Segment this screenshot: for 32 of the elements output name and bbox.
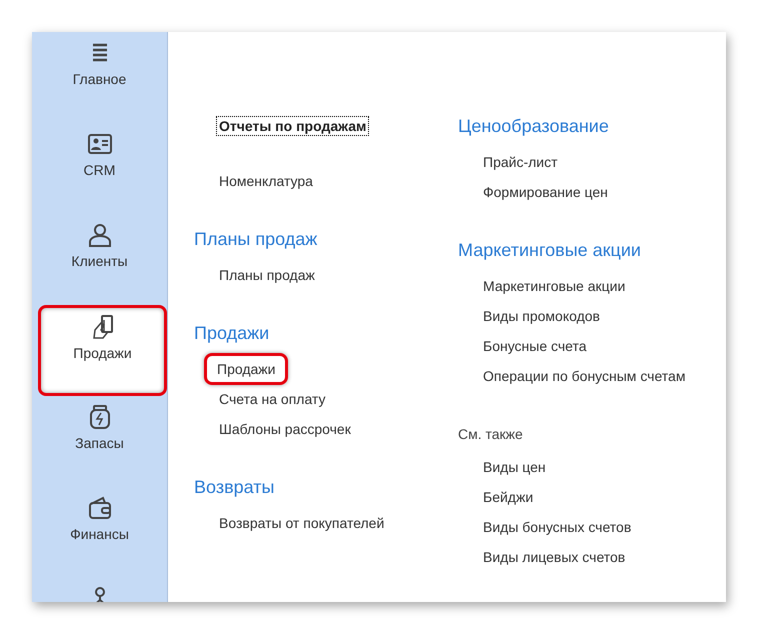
- menu-link[interactable]: Виды промокодов: [481, 307, 602, 325]
- wallet-icon: [86, 495, 112, 521]
- menu-link[interactable]: Виды бонусных счетов: [481, 518, 634, 536]
- person-icon: [86, 222, 112, 248]
- menu-link[interactable]: Продажи: [204, 353, 288, 385]
- sidebar-item[interactable]: Главное: [32, 32, 167, 123]
- sidebar-item[interactable]: Клиенты: [32, 214, 167, 305]
- menu-link[interactable]: Номенклатура: [217, 172, 315, 190]
- menu-link[interactable]: Прайс-лист: [481, 153, 560, 171]
- menu-link[interactable]: Бонусные счета: [481, 337, 589, 355]
- menu-link[interactable]: Виды цен: [481, 458, 548, 476]
- menu-link[interactable]: Операции по бонусным счетам: [481, 367, 688, 385]
- menu-link[interactable]: Отчеты по продажам: [217, 117, 368, 135]
- menu-link[interactable]: Возвраты от покупателей: [217, 514, 386, 532]
- menu-link[interactable]: Счета на оплату: [217, 390, 328, 408]
- section-heading: Планы продаж: [194, 228, 318, 251]
- section-heading: Ценообразование: [458, 115, 610, 138]
- menu-link[interactable]: Планы продаж: [217, 266, 317, 284]
- section-heading: Возвраты: [194, 476, 276, 499]
- menu-link[interactable]: Маркетинговые акции: [481, 277, 628, 295]
- sidebar-item[interactable]: Запасы: [32, 396, 167, 487]
- sidebar-item[interactable]: CRM: [32, 123, 167, 214]
- section-heading: Маркетинговые акции: [458, 239, 642, 262]
- menu-link[interactable]: Виды лицевых счетов: [481, 548, 628, 566]
- sidebar-item[interactable]: Продажи: [38, 305, 167, 396]
- sidebar-item[interactable]: Финансы: [32, 487, 167, 578]
- menu-link[interactable]: Шаблоны рассрочек: [217, 420, 353, 438]
- section-heading: Продажи: [194, 322, 270, 345]
- section-heading: См. также: [458, 425, 524, 444]
- id-card-icon: [86, 131, 112, 157]
- menu-link[interactable]: Формирование цен: [481, 183, 610, 201]
- menu-link[interactable]: Бейджи: [481, 488, 536, 506]
